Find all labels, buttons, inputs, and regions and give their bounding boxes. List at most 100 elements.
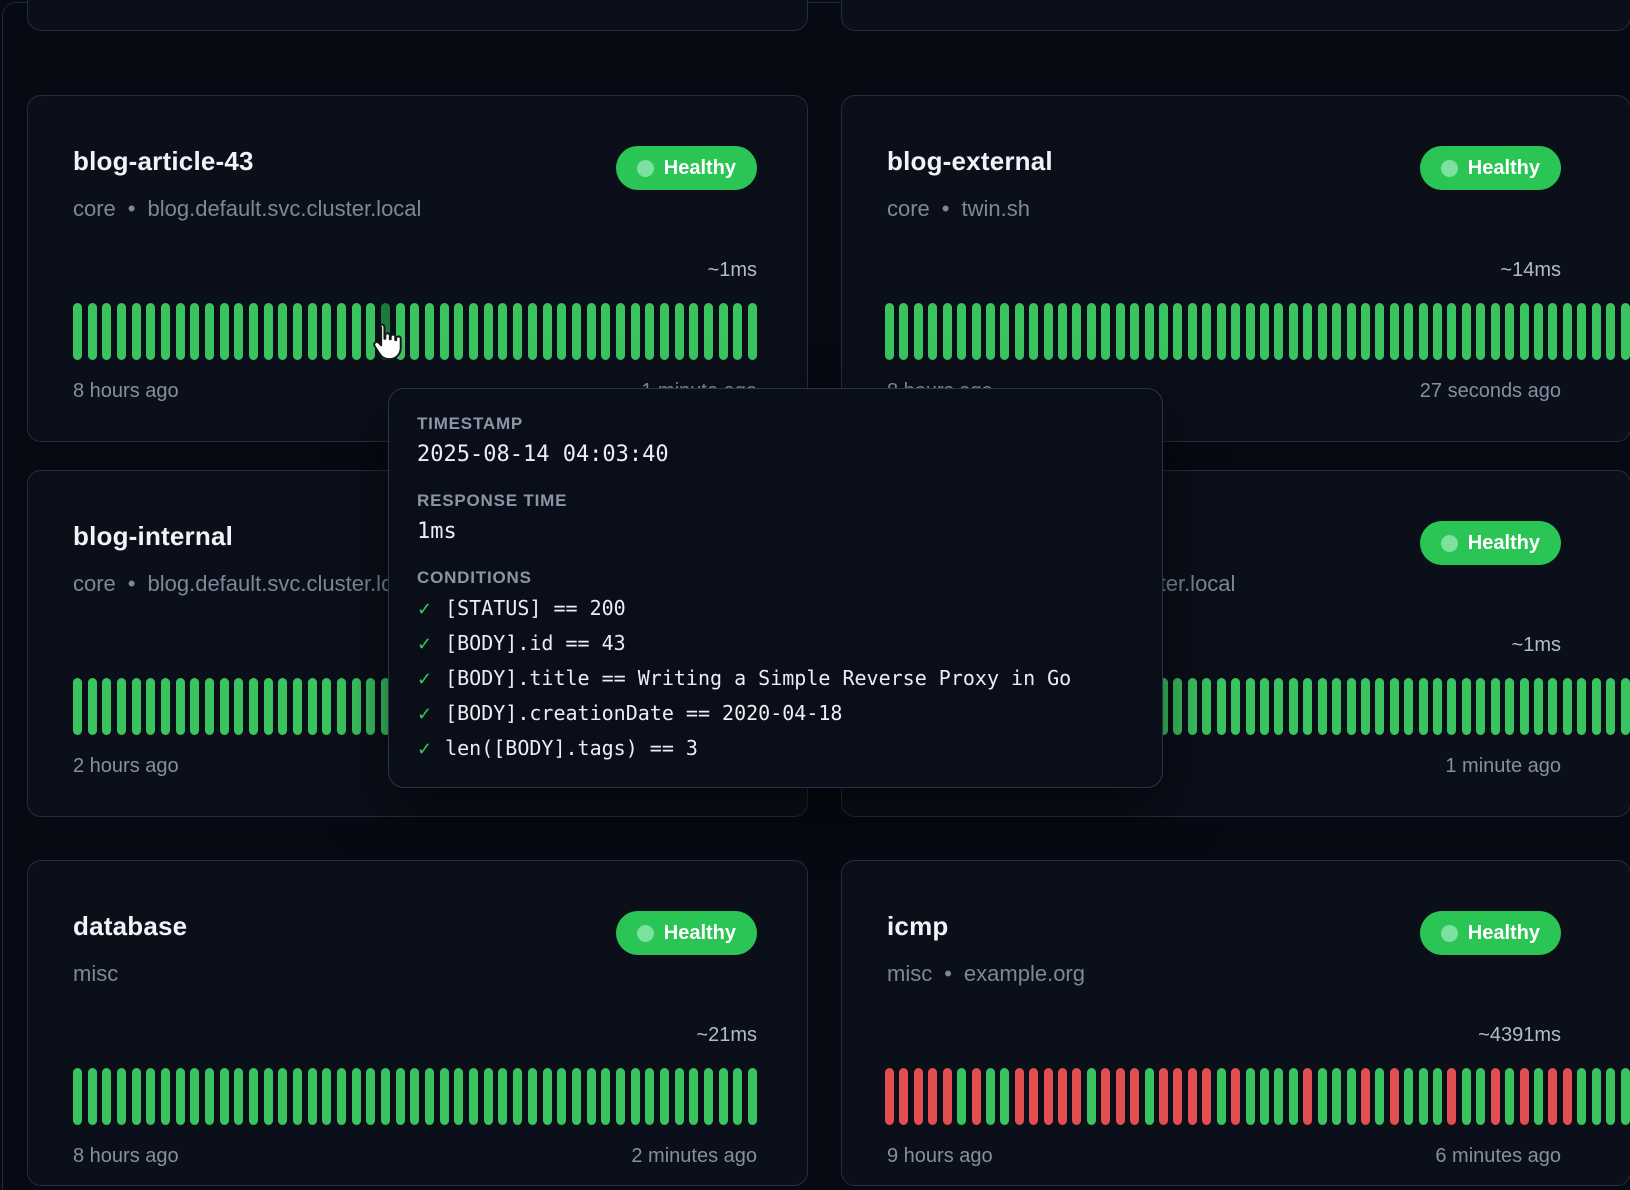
- health-bar-up[interactable]: [146, 1068, 155, 1125]
- health-bar-up[interactable]: [278, 678, 287, 735]
- health-bar-up[interactable]: [572, 303, 581, 360]
- health-bar-up[interactable]: [1606, 678, 1615, 735]
- health-bar-down[interactable]: [914, 1068, 923, 1125]
- health-bar-up[interactable]: [425, 303, 434, 360]
- health-bar-up[interactable]: [176, 303, 185, 360]
- health-bar-up[interactable]: [73, 303, 82, 360]
- health-bar-up[interactable]: [249, 303, 258, 360]
- health-bar-up[interactable]: [972, 303, 981, 360]
- health-bar-down[interactable]: [943, 1068, 952, 1125]
- health-bar-up[interactable]: [1231, 303, 1240, 360]
- health-bar-up[interactable]: [1058, 303, 1067, 360]
- health-bar-up[interactable]: [1318, 678, 1327, 735]
- health-bar-up[interactable]: [1145, 1068, 1154, 1125]
- endpoint-card[interactable]: icmp misc•example.org Healthy ~4391ms 9 …: [841, 860, 1630, 1186]
- health-bar-up[interactable]: [88, 1068, 97, 1125]
- health-bar-up[interactable]: [1087, 303, 1096, 360]
- health-bar-up[interactable]: [1375, 678, 1384, 735]
- health-bar-up[interactable]: [1476, 1068, 1485, 1125]
- health-bar-up[interactable]: [1130, 303, 1139, 360]
- health-bar-up[interactable]: [190, 1068, 199, 1125]
- health-bar-up[interactable]: [1202, 678, 1211, 735]
- health-bar-up[interactable]: [1433, 1068, 1442, 1125]
- health-bar-up[interactable]: [352, 1068, 361, 1125]
- health-bar-up[interactable]: [1246, 678, 1255, 735]
- health-bar-up[interactable]: [1390, 303, 1399, 360]
- health-bar-up[interactable]: [1145, 303, 1154, 360]
- health-bar-down[interactable]: [899, 1068, 908, 1125]
- uptime-history-bars[interactable]: [885, 303, 1630, 360]
- health-bar-up[interactable]: [278, 303, 287, 360]
- health-bar-up[interactable]: [264, 678, 273, 735]
- health-bar-up[interactable]: [1260, 678, 1269, 735]
- health-bar-down[interactable]: [1447, 1068, 1456, 1125]
- health-bar-down[interactable]: [1548, 1068, 1557, 1125]
- health-bar-up[interactable]: [102, 303, 111, 360]
- health-bar-up[interactable]: [689, 1068, 698, 1125]
- health-bar-up[interactable]: [1404, 303, 1413, 360]
- health-bar-up[interactable]: [1592, 678, 1601, 735]
- health-bar-up[interactable]: [425, 1068, 434, 1125]
- health-bar-up[interactable]: [1462, 678, 1471, 735]
- health-bar-up[interactable]: [102, 1068, 111, 1125]
- health-bar-down[interactable]: [1361, 1068, 1370, 1125]
- health-bar-up[interactable]: [366, 1068, 375, 1125]
- health-bar-up[interactable]: [1289, 303, 1298, 360]
- health-bar-up[interactable]: [249, 678, 258, 735]
- health-bar-up[interactable]: [88, 303, 97, 360]
- health-bar-up[interactable]: [308, 303, 317, 360]
- health-bar-up[interactable]: [943, 303, 952, 360]
- health-bar-up[interactable]: [1476, 678, 1485, 735]
- health-bar-up[interactable]: [733, 303, 742, 360]
- health-bar-up[interactable]: [88, 678, 97, 735]
- health-bar-down[interactable]: [1231, 1068, 1240, 1125]
- health-bar-up[interactable]: [1563, 678, 1572, 735]
- health-bar-up[interactable]: [1621, 303, 1630, 360]
- health-bar-up[interactable]: [1188, 678, 1197, 735]
- health-bar-up[interactable]: [719, 303, 728, 360]
- health-bar-up[interactable]: [1159, 303, 1168, 360]
- health-bar-up[interactable]: [234, 678, 243, 735]
- health-bar-up[interactable]: [1419, 303, 1428, 360]
- health-bar-up[interactable]: [645, 1068, 654, 1125]
- health-bar-up[interactable]: [1217, 303, 1226, 360]
- health-bar-up[interactable]: [1563, 303, 1572, 360]
- health-bar-up[interactable]: [1404, 1068, 1413, 1125]
- health-bar-up[interactable]: [1332, 678, 1341, 735]
- health-bar-up[interactable]: [1347, 303, 1356, 360]
- health-bar-up[interactable]: [1188, 303, 1197, 360]
- health-bar-up[interactable]: [293, 678, 302, 735]
- health-bar-up[interactable]: [1246, 1068, 1255, 1125]
- health-bar-down[interactable]: [1563, 1068, 1572, 1125]
- health-bar-up[interactable]: [337, 678, 346, 735]
- health-bar-up[interactable]: [117, 1068, 126, 1125]
- health-bar-up[interactable]: [308, 1068, 317, 1125]
- health-bar-up[interactable]: [957, 303, 966, 360]
- health-bar-down[interactable]: [1029, 1068, 1038, 1125]
- health-bar-up[interactable]: [1520, 303, 1529, 360]
- health-bar-up[interactable]: [557, 1068, 566, 1125]
- health-bar-up[interactable]: [986, 303, 995, 360]
- health-bar-up[interactable]: [1000, 1068, 1009, 1125]
- health-bar-up[interactable]: [1433, 303, 1442, 360]
- health-bar-up[interactable]: [957, 1068, 966, 1125]
- health-bar-up[interactable]: [1173, 678, 1182, 735]
- health-bar-up[interactable]: [73, 1068, 82, 1125]
- health-bar-up[interactable]: [1621, 1068, 1630, 1125]
- health-bar-up[interactable]: [322, 678, 331, 735]
- health-bar-up[interactable]: [528, 1068, 537, 1125]
- health-bar-up[interactable]: [1491, 303, 1500, 360]
- health-bar-up[interactable]: [132, 1068, 141, 1125]
- health-bar-up[interactable]: [1375, 303, 1384, 360]
- health-bar-down[interactable]: [1202, 1068, 1211, 1125]
- health-bar-up[interactable]: [205, 1068, 214, 1125]
- health-bar-up[interactable]: [264, 303, 273, 360]
- health-bar-up[interactable]: [1246, 303, 1255, 360]
- health-bar-up[interactable]: [440, 303, 449, 360]
- health-bar-up[interactable]: [1390, 678, 1399, 735]
- health-bar-up[interactable]: [1347, 1068, 1356, 1125]
- health-bar-up[interactable]: [748, 1068, 757, 1125]
- health-bar-up[interactable]: [1361, 303, 1370, 360]
- health-bar-up[interactable]: [1404, 678, 1413, 735]
- health-bar-up[interactable]: [117, 678, 126, 735]
